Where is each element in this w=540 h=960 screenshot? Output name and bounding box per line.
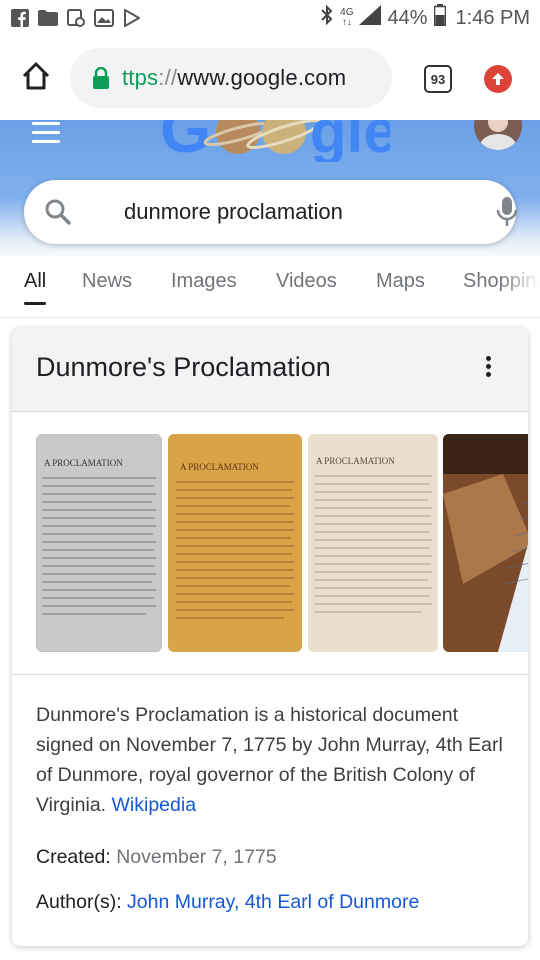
wikipedia-link[interactable]: Wikipedia [112, 794, 197, 816]
knowledge-panel-header: Dunmore's Proclamation [12, 328, 528, 412]
image-carousel[interactable]: A PROCLAMATION A PROCLAMATION A PROCLAMA… [12, 434, 528, 652]
arrow-up-icon [492, 73, 504, 85]
signal-icon [359, 5, 382, 31]
author-label: Author(s): [36, 891, 128, 913]
url-scheme: ttps [122, 65, 159, 90]
svg-text:gle: gle [310, 120, 390, 162]
sync-icon [66, 9, 86, 27]
lock-icon [92, 66, 110, 89]
play-store-icon [122, 9, 142, 27]
created-label: Created: [36, 846, 117, 868]
update-button[interactable] [484, 65, 512, 93]
clock: 1:46 PM [455, 6, 530, 29]
carousel-image[interactable]: A PROCLAMATION [308, 434, 438, 652]
tab-maps[interactable]: Maps [376, 270, 425, 293]
author-link[interactable]: John Murray, 4th Earl of Dunmore [127, 891, 419, 913]
battery-icon [433, 4, 446, 32]
menu-icon[interactable] [32, 122, 60, 149]
created-row: Created: November 7, 1775 [36, 846, 277, 869]
svg-text:A PROCLAMATION: A PROCLAMATION [44, 458, 123, 468]
tab-news[interactable]: News [82, 270, 132, 293]
knowledge-panel-title: Dunmore's Proclamation [36, 352, 331, 382]
created-value: November 7, 1775 [116, 846, 277, 868]
divider [12, 674, 528, 675]
tabs-fade [500, 262, 540, 317]
tab-images[interactable]: Images [171, 270, 237, 293]
url-separator: :// [158, 65, 178, 90]
microphone-icon[interactable] [496, 196, 518, 228]
active-tab-indicator [24, 302, 46, 305]
svg-text:A PROCLAMATION: A PROCLAMATION [316, 456, 395, 466]
knowledge-panel-description: Dunmore's Proclamation is a historical d… [36, 700, 506, 820]
image-icon [94, 9, 114, 27]
svg-text:G: G [160, 120, 211, 162]
author-row: Author(s): John Murray, 4th Earl of Dunm… [36, 891, 419, 914]
search-tabs: All News Images Videos Maps Shopping [0, 262, 540, 318]
status-bar: 4G ↑↓ 44% 1:46 PM [0, 0, 540, 36]
tab-videos[interactable]: Videos [276, 270, 337, 293]
carousel-image[interactable]: A PROCLAMATION [168, 434, 302, 652]
url-host: www.google.com [177, 65, 347, 90]
carousel-image[interactable]: A PROCLAMATION [36, 434, 162, 652]
tab-switcher-button[interactable]: 93 [424, 65, 452, 93]
more-options-icon[interactable] [482, 356, 494, 384]
url-text: ttps://www.google.com [122, 65, 346, 91]
data-icon: 4G ↑↓ [340, 7, 354, 28]
knowledge-panel: Dunmore's Proclamation A PROCLAMATION A … [12, 328, 528, 946]
facebook-icon [10, 9, 30, 27]
svg-text:A PROCLAMATION: A PROCLAMATION [180, 462, 259, 472]
account-avatar[interactable] [474, 120, 522, 150]
bluetooth-icon [320, 4, 334, 31]
carousel-image[interactable] [443, 434, 528, 652]
google-doodle-logo[interactable]: G gle [160, 120, 390, 162]
address-bar[interactable]: ttps://www.google.com [70, 48, 392, 108]
battery-percent: 44% [387, 6, 428, 29]
home-button[interactable] [20, 60, 52, 92]
tab-all[interactable]: All [24, 270, 46, 293]
search-input[interactable]: dunmore proclamation [124, 199, 343, 225]
browser-toolbar: ttps://www.google.com 93 [0, 36, 540, 120]
description-text: Dunmore's Proclamation is a historical d… [36, 704, 503, 816]
folder-icon [38, 9, 58, 27]
search-box[interactable]: dunmore proclamation [24, 180, 518, 244]
search-icon[interactable] [44, 198, 72, 226]
home-icon [22, 62, 50, 90]
